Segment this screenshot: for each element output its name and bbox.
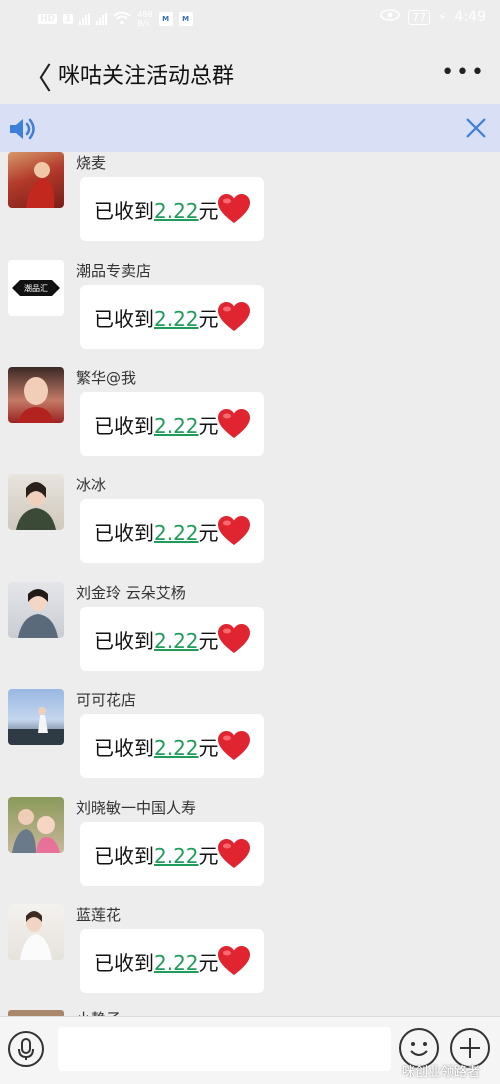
avatar[interactable] [8,152,64,208]
heart-icon [218,194,250,228]
amount-link[interactable]: 2.22 [154,736,199,760]
message-bubble[interactable]: 已收到2.22元 [80,714,264,778]
watermark: 咪创业领路者 [401,1065,480,1080]
wifi-icon [113,11,131,28]
message-bubble[interactable]: 已收到2.22元 [80,285,264,349]
message-text: 已收到2.22元 [94,951,219,975]
sim-indicator: 1 [63,14,74,24]
eye-icon [380,9,400,25]
close-icon[interactable] [464,116,488,144]
message-bubble[interactable]: 已收到2.22元 [80,392,264,456]
message-row: 可可花店 已收到2.22元 [0,689,500,796]
sender-name: 蓝莲花 [76,906,122,924]
voice-notice-bar[interactable] [0,104,500,152]
amount-link[interactable]: 2.22 [154,307,199,331]
avatar[interactable] [8,474,64,530]
message-row: 潮品汇 潮品专卖店 已收到2.22元 [0,260,500,367]
signal-icon-2 [96,13,108,25]
app-notification-icon-2: M [178,12,193,26]
sender-name: 潮品专卖店 [76,262,152,280]
heart-icon [218,302,250,336]
message-text: 已收到2.22元 [94,307,219,331]
heart-icon [218,516,250,550]
message-row: 刘金玲 云朵艾杨 已收到2.22元 [0,582,500,689]
avatar[interactable] [8,904,64,960]
sender-name: 烧麦 [76,154,107,172]
avatar[interactable] [8,582,64,638]
message-input[interactable] [58,1027,391,1071]
heart-icon [218,409,250,443]
avatar[interactable]: 潮品汇 [8,260,64,316]
charging-icon: ⚡ [438,10,447,24]
message-bubble[interactable]: 已收到2.22元 [80,822,264,886]
amount-link[interactable]: 2.22 [154,951,199,975]
message-text: 已收到2.22元 [94,521,219,545]
message-bubble[interactable]: 已收到2.22元 [80,499,264,563]
heart-icon [218,946,250,980]
sender-name: 刘晓敏一中国人寿 [76,799,197,817]
heart-icon [218,731,250,765]
avatar[interactable] [8,797,64,853]
sender-name: 可可花店 [76,691,137,709]
battery-icon: 77 [408,9,431,25]
chat-title: 咪咕关注活动总群 [58,64,235,89]
input-bar: 咪创业领路者 [0,1016,500,1084]
more-icon[interactable]: ••• [441,60,486,85]
heart-icon [218,624,250,658]
message-bubble[interactable]: 已收到2.22元 [80,177,264,241]
message-text: 已收到2.22元 [94,629,219,653]
net-speed: 488 B/s [137,10,153,28]
sender-name: 繁华@我 [76,369,137,387]
chat-header: 〈 咪咕关注活动总群 ••• [0,38,500,104]
voice-icon[interactable] [8,1031,44,1067]
hd-indicator: HD [38,14,58,24]
message-bubble[interactable]: 已收到2.22元 [80,929,264,993]
status-bar: HD 1 488 B/s M M 77 ⚡ 4:49 [0,0,500,38]
message-text: 已收到2.22元 [94,736,219,760]
message-row: 蓝莲花 已收到2.22元 [0,904,500,1011]
amount-link[interactable]: 2.22 [154,844,199,868]
heart-icon [218,839,250,873]
amount-link[interactable]: 2.22 [154,414,199,438]
amount-link[interactable]: 2.22 [154,521,199,545]
clock: 4:49 [454,9,486,25]
avatar[interactable] [8,367,64,423]
message-row: 烧麦 已收到2.22元 [0,152,500,259]
speaker-icon[interactable] [8,116,38,146]
app-notification-icon: M [158,12,173,26]
message-text: 已收到2.22元 [94,844,219,868]
message-bubble[interactable]: 已收到2.22元 [80,607,264,671]
amount-link[interactable]: 2.22 [154,199,199,223]
signal-icon [79,13,91,25]
back-icon[interactable]: 〈 [22,54,52,98]
avatar-logo-text: 潮品汇 [24,283,48,293]
message-row: 繁华@我 已收到2.22元 [0,367,500,474]
message-row: 刘晓敏一中国人寿 已收到2.22元 [0,797,500,904]
avatar[interactable] [8,689,64,745]
sender-name: 刘金玲 云朵艾杨 [76,584,186,602]
message-text: 已收到2.22元 [94,199,219,223]
amount-link[interactable]: 2.22 [154,629,199,653]
sender-name: 冰冰 [76,476,107,494]
message-text: 已收到2.22元 [94,414,219,438]
message-row: 冰冰 已收到2.22元 [0,474,500,581]
